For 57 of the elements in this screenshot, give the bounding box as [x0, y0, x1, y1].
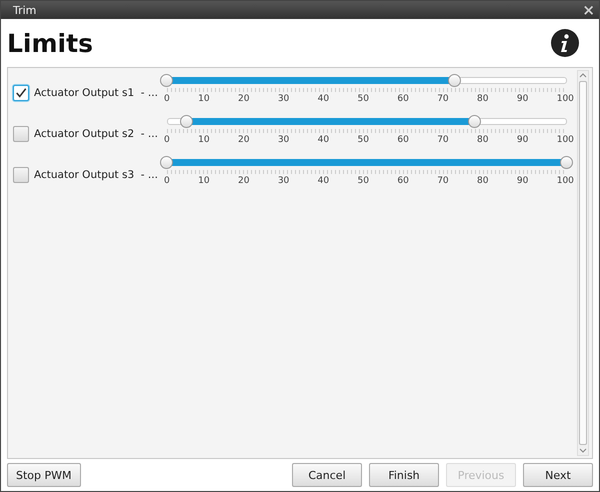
checkbox[interactable]	[13, 166, 29, 182]
checkbox[interactable]	[13, 126, 29, 142]
page-heading: Limits	[7, 28, 93, 58]
wizard-button[interactable]: Cancel	[292, 463, 362, 487]
stop-button[interactable]: Stop PWM	[7, 463, 81, 487]
tick-label: 90	[516, 176, 528, 186]
slider-thumb[interactable]	[160, 74, 173, 86]
tick-label: 90	[516, 134, 528, 144]
tick-label: 70	[437, 134, 449, 144]
output-label: Actuator Output s2 - ...	[34, 128, 159, 140]
tick-label: 40	[318, 134, 330, 144]
tick-label: 30	[278, 176, 290, 186]
tick-label: 10	[198, 176, 210, 186]
tick-label: 100	[556, 94, 574, 104]
tick-label: 0	[164, 176, 170, 186]
slider-thumb[interactable]	[448, 74, 461, 86]
tick-label: 30	[278, 94, 290, 104]
tick-label: 70	[437, 176, 449, 186]
wizard-button[interactable]: Next	[523, 463, 593, 487]
tick-label: 40	[318, 94, 330, 104]
tick-label: 0	[164, 94, 170, 104]
tick-label: 80	[477, 134, 488, 144]
scroll-down-icon[interactable]	[579, 448, 587, 453]
tick-label: 80	[477, 94, 488, 104]
wizard-button[interactable]: Finish	[369, 463, 439, 487]
tick-label: 60	[397, 134, 409, 144]
tick-label: 40	[318, 176, 330, 186]
scrollbar[interactable]	[577, 70, 589, 456]
close-button[interactable]: ×	[582, 2, 595, 18]
tick-label: 30	[278, 134, 290, 144]
tick-label: 10	[198, 134, 210, 144]
info-icon[interactable]	[551, 29, 579, 57]
tick-label: 20	[238, 134, 250, 144]
tick-label: 10	[198, 94, 210, 104]
slider-thumb[interactable]	[180, 114, 193, 128]
output-label: Actuator Output s3 - ...	[34, 168, 159, 180]
tick-label: 60	[397, 176, 409, 186]
slider-thumb[interactable]	[160, 156, 173, 168]
tick-label: 0	[164, 134, 170, 144]
slider-thumb[interactable]	[560, 156, 573, 168]
tick-label: 50	[358, 94, 369, 104]
output-label: Actuator Output s1 - ...	[34, 86, 159, 98]
checkbox[interactable]	[13, 84, 29, 100]
tick-label: 20	[238, 176, 250, 186]
tick-label: 90	[516, 94, 528, 104]
tick-label: 60	[397, 94, 409, 104]
tick-label: 70	[437, 94, 449, 104]
scroll-up-icon[interactable]	[579, 73, 587, 78]
slider-thumb[interactable]	[468, 114, 481, 128]
tick-label: 80	[477, 176, 488, 186]
tick-label: 20	[238, 94, 250, 104]
window-title: Trim	[13, 4, 36, 16]
range-slider[interactable]	[160, 156, 574, 168]
tick-label: 100	[556, 176, 574, 186]
tick-label: 50	[358, 176, 369, 186]
tick-label: 50	[358, 134, 369, 144]
tick-label: 100	[556, 134, 574, 144]
